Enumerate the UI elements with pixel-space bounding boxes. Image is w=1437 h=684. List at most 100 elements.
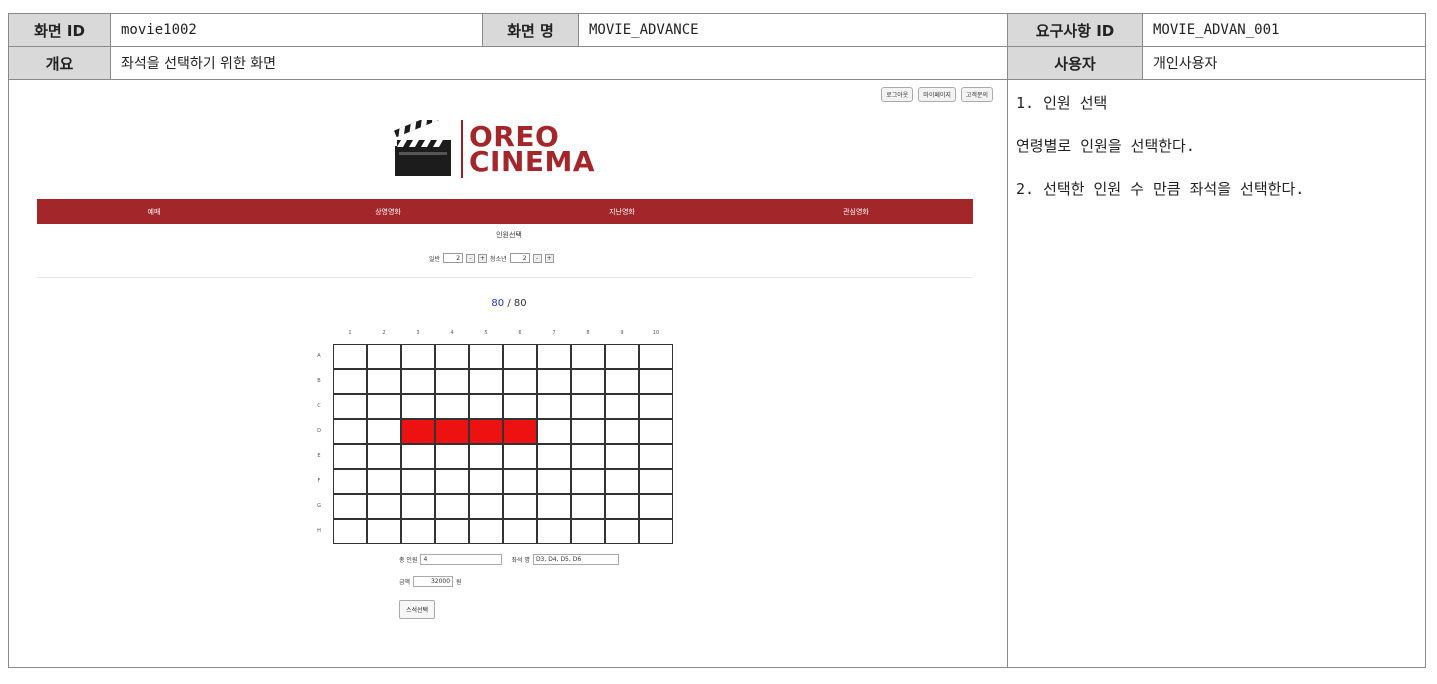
seat-a6[interactable] [503,344,537,369]
seat-b8[interactable] [571,369,605,394]
seat-g8[interactable] [571,494,605,519]
seat-e8[interactable] [571,444,605,469]
customer-inquiry-link[interactable]: 고객문의 [960,87,993,102]
seat-c10[interactable] [639,394,673,419]
seat-f1[interactable] [333,469,367,494]
youth-plus-button[interactable]: + [544,253,554,263]
mypage-link[interactable]: 마이페이지 [918,87,956,102]
adult-count-input[interactable]: 2 [443,253,464,263]
seat-g7[interactable] [537,494,571,519]
seat-b7[interactable] [537,369,571,394]
seat-h7[interactable] [537,519,571,544]
logout-link[interactable]: 로그아웃 [881,87,914,102]
seat-d7[interactable] [537,419,571,444]
seat-c1[interactable] [333,394,367,419]
seat-h3[interactable] [401,519,435,544]
seat-a1[interactable] [333,344,367,369]
seat-e5[interactable] [469,444,503,469]
seat-f9[interactable] [605,469,639,494]
seat-no-field[interactable]: D3, D4, D5, D6 [532,554,619,565]
total-people-field[interactable]: 4 [420,554,503,565]
seat-b10[interactable] [639,369,673,394]
seat-b6[interactable] [503,369,537,394]
seat-e6[interactable] [503,444,537,469]
seat-b3[interactable] [401,369,435,394]
seat-e1[interactable] [333,444,367,469]
seat-b4[interactable] [435,369,469,394]
seat-d2[interactable] [367,419,401,444]
seat-d5[interactable] [469,419,503,444]
reselect-seat-button[interactable]: 스석선택 [399,600,436,619]
seat-d10[interactable] [639,419,673,444]
seat-a9[interactable] [605,344,639,369]
seat-g6[interactable] [503,494,537,519]
seat-f10[interactable] [639,469,673,494]
seat-c4[interactable] [435,394,469,419]
seat-a2[interactable] [367,344,401,369]
seat-e4[interactable] [435,444,469,469]
adult-plus-button[interactable]: + [478,253,488,263]
seat-e9[interactable] [605,444,639,469]
nav-now-showing[interactable]: 상영영화 [271,199,505,224]
seat-a3[interactable] [401,344,435,369]
seat-g1[interactable] [333,494,367,519]
seat-e10[interactable] [639,444,673,469]
seat-h6[interactable] [503,519,537,544]
seat-c2[interactable] [367,394,401,419]
seat-c7[interactable] [537,394,571,419]
youth-count-input[interactable]: 2 [509,253,530,263]
seat-h4[interactable] [435,519,469,544]
total-people-row: 총 인원 4 좌석 명 D3, D4, D5, D6 [399,554,619,565]
top-links: 로그아웃 마이페이지 고객문의 [881,87,993,102]
nav-favorites[interactable]: 관심영화 [739,199,973,224]
seat-c8[interactable] [571,394,605,419]
seat-c5[interactable] [469,394,503,419]
seat-f7[interactable] [537,469,571,494]
seat-e7[interactable] [537,444,571,469]
seat-b2[interactable] [367,369,401,394]
seat-b1[interactable] [333,369,367,394]
seat-f2[interactable] [367,469,401,494]
seat-b9[interactable] [605,369,639,394]
nav-past-movies[interactable]: 지난영화 [505,199,739,224]
price-field[interactable]: 32000 [413,576,454,587]
seat-d9[interactable] [605,419,639,444]
seat-f8[interactable] [571,469,605,494]
adult-minus-button[interactable]: - [466,253,476,263]
seat-g5[interactable] [469,494,503,519]
nav-reservation[interactable]: 예매 [37,199,271,224]
seat-d6[interactable] [503,419,537,444]
seat-a4[interactable] [435,344,469,369]
seat-c6[interactable] [503,394,537,419]
seat-g4[interactable] [435,494,469,519]
seat-e2[interactable] [367,444,401,469]
seat-f3[interactable] [401,469,435,494]
seat-g9[interactable] [605,494,639,519]
seat-h1[interactable] [333,519,367,544]
seat-d4[interactable] [435,419,469,444]
cinema-logo[interactable]: OREO CINEMA [391,120,595,178]
seat-a7[interactable] [537,344,571,369]
seat-h2[interactable] [367,519,401,544]
seat-h8[interactable] [571,519,605,544]
seat-c3[interactable] [401,394,435,419]
seat-e3[interactable] [401,444,435,469]
seat-d8[interactable] [571,419,605,444]
seat-a8[interactable] [571,344,605,369]
seat-c9[interactable] [605,394,639,419]
seat-g10[interactable] [639,494,673,519]
seat-b5[interactable] [469,369,503,394]
seat-h5[interactable] [469,519,503,544]
youth-minus-button[interactable]: - [532,253,542,263]
seat-h9[interactable] [605,519,639,544]
seat-d1[interactable] [333,419,367,444]
seat-f6[interactable] [503,469,537,494]
seat-g3[interactable] [401,494,435,519]
seat-g2[interactable] [367,494,401,519]
seat-d3[interactable] [401,419,435,444]
seat-h10[interactable] [639,519,673,544]
seat-a5[interactable] [469,344,503,369]
seat-a10[interactable] [639,344,673,369]
seat-f5[interactable] [469,469,503,494]
seat-f4[interactable] [435,469,469,494]
